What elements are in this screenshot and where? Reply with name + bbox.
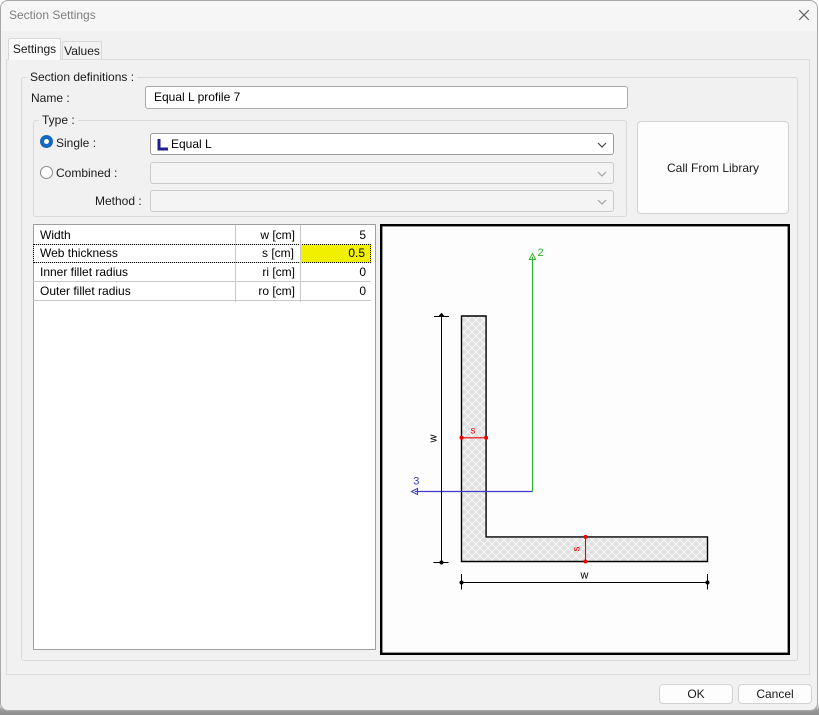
svg-text:w: w (580, 570, 589, 582)
svg-text:s: s (471, 426, 476, 437)
svg-text:w: w (428, 434, 440, 443)
svg-text:3: 3 (413, 475, 419, 487)
svg-text:s: s (572, 547, 583, 552)
svg-text:2: 2 (538, 247, 544, 259)
